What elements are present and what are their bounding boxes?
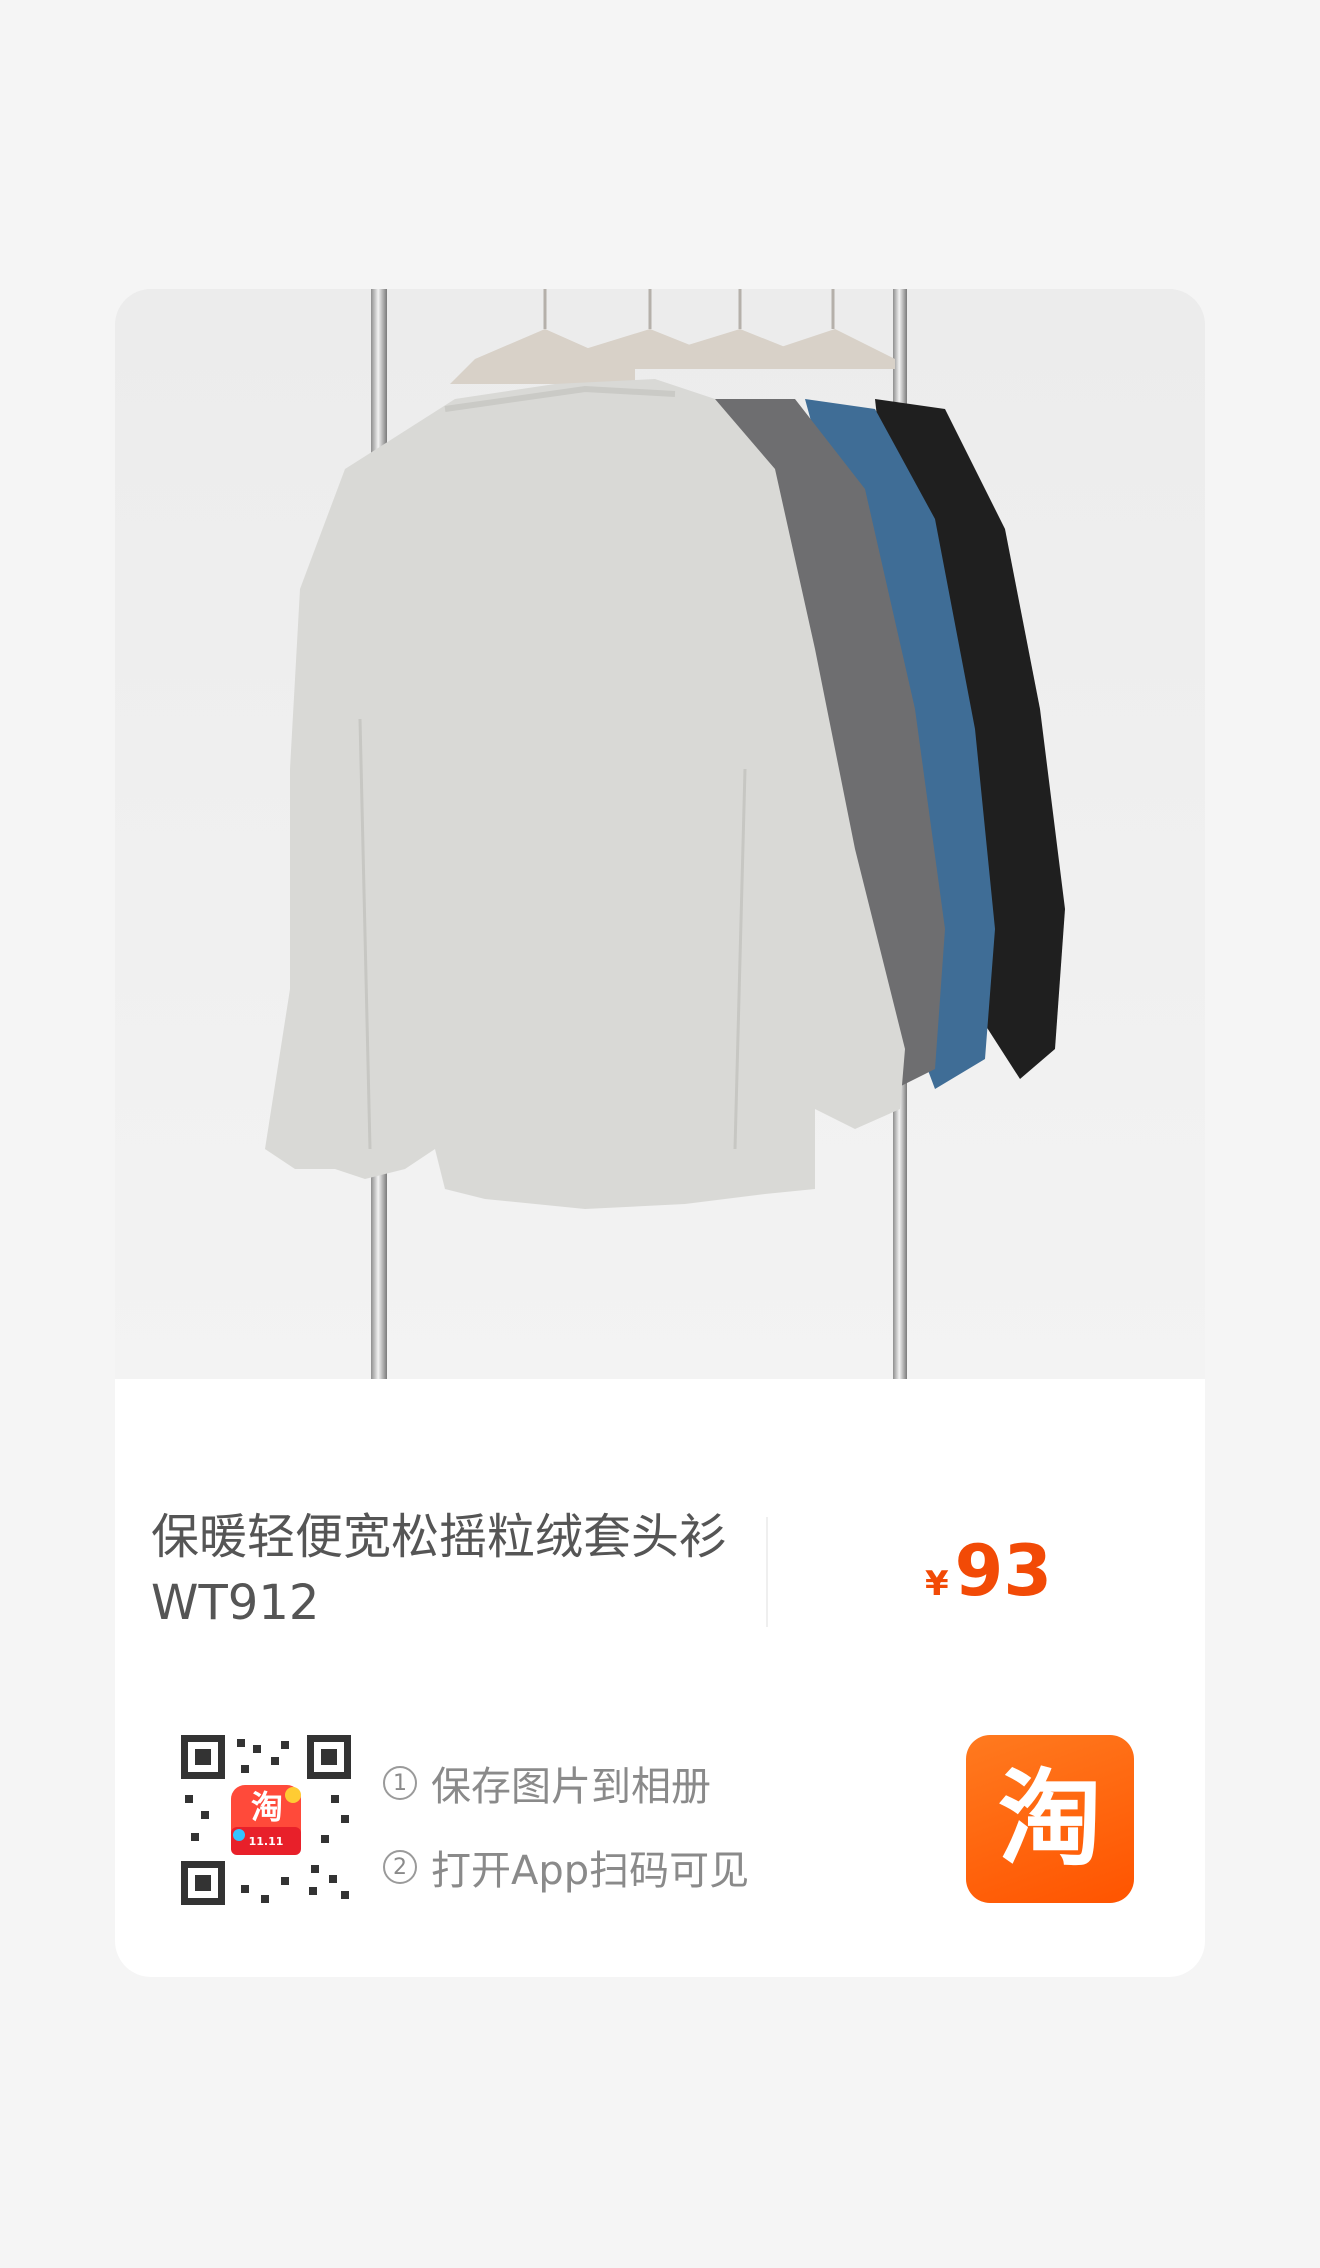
step-2-text: 打开App扫码可见 <box>431 1848 750 1894</box>
qr-badge-subtext: 11.11 <box>248 1835 284 1848</box>
qr-code[interactable]: 淘 11.11 <box>181 1735 351 1905</box>
product-photo-illustration <box>115 289 1205 1379</box>
divider <box>766 1517 768 1627</box>
step-open-app: 2 打开App扫码可见 <box>383 1839 749 1895</box>
step-save-image: 1 保存图片到相册 <box>383 1755 749 1811</box>
price-currency: ¥ <box>925 1564 949 1604</box>
price-amount: 93 <box>954 1530 1053 1612</box>
qr-badge-text: 淘 <box>250 1788 283 1826</box>
share-card: 保暖轻便宽松摇粒绒套头衫 WT912 ¥ 93 淘 11.11 1 保存图片到相… <box>115 289 1205 1977</box>
step-1-number: 1 <box>383 1766 417 1800</box>
share-steps: 1 保存图片到相册 2 打开App扫码可见 <box>383 1755 749 1923</box>
step-1-text: 保存图片到相册 <box>431 1764 711 1810</box>
step-2-number: 2 <box>383 1850 417 1884</box>
taobao-logo-icon[interactable]: 淘 <box>966 1735 1134 1903</box>
taobao-logo-text: 淘 <box>997 1758 1102 1880</box>
product-title-line-2: WT912 <box>151 1575 320 1631</box>
product-title: 保暖轻便宽松摇粒绒套头衫 WT912 <box>151 1504 741 1636</box>
product-title-line-1: 保暖轻便宽松摇粒绒套头衫 <box>151 1509 728 1565</box>
price: ¥ 93 <box>925 1529 1052 1613</box>
product-image[interactable] <box>115 289 1205 1379</box>
